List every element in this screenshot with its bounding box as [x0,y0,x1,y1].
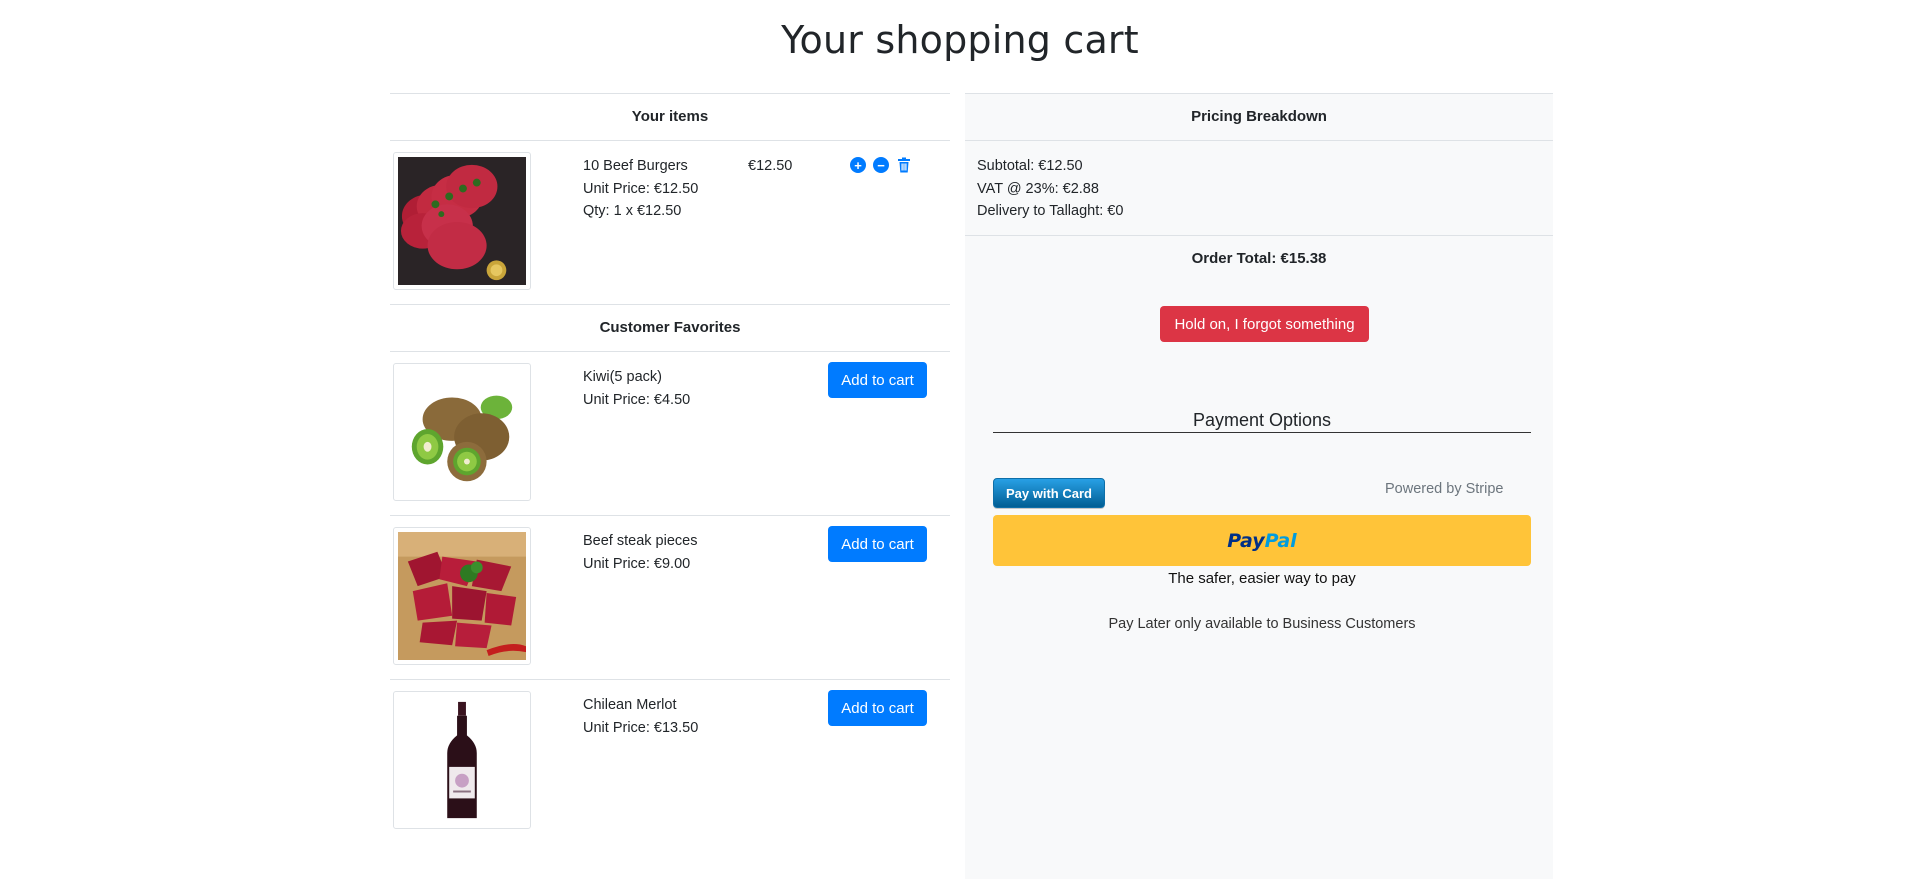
subtotal-line: Subtotal: €12.50 [977,158,1083,174]
pricing-breakdown-header: Pricing Breakdown [965,93,1553,141]
favorite-item-name: Beef steak pieces [583,533,698,549]
trash-icon[interactable] [896,157,912,173]
favorite-row: Beef steak pieces Unit Price: €9.00 Add … [390,516,950,680]
page-title: Your shopping cart [781,18,1139,62]
cart-column: Your items 10 Beef Burgers Unit Price: €… [390,93,950,843]
cart-item-name: 10 Beef Burgers [583,158,688,174]
payment-options-heading: Payment Options [993,410,1531,433]
paypal-button[interactable]: Pay Pal [993,515,1531,566]
cart-item-actions: + − [850,157,912,173]
forgot-something-button[interactable]: Hold on, I forgot something [1160,306,1369,342]
vat-line: VAT @ 23%: €2.88 [977,180,1099,197]
customer-favorites-header: Customer Favorites [390,305,950,352]
pricing-lines: Subtotal: €12.50 VAT @ 23%: €2.88 Delive… [965,141,1553,236]
favorite-item-name: Kiwi(5 pack) [583,369,662,385]
wine-bottle-image [393,691,531,829]
cart-item-row: 10 Beef Burgers Unit Price: €12.50 Qty: … [390,141,950,305]
powered-by-stripe: Powered by Stripe [1385,481,1504,497]
add-to-cart-button[interactable]: Add to cart [828,690,927,726]
favorite-row: Kiwi(5 pack) Unit Price: €4.50 Add to ca… [390,352,950,516]
pricing-panel: Pricing Breakdown Subtotal: €12.50 VAT @… [965,93,1553,879]
favorite-row: Chilean Merlot Unit Price: €13.50 Add to… [390,680,950,843]
delivery-line: Delivery to Tallaght: €0 [977,203,1124,219]
paypal-tagline: The safer, easier way to pay [1168,570,1356,587]
favorite-item-unit-price: Unit Price: €4.50 [583,391,691,408]
order-total: Order Total: €15.38 [1191,249,1327,267]
add-to-cart-button[interactable]: Add to cart [828,362,927,398]
favorite-item-unit-price: Unit Price: €9.00 [583,555,691,572]
favorite-item-name: Chilean Merlot [583,697,677,713]
add-to-cart-button[interactable]: Add to cart [828,526,927,562]
beef-steak-image [393,527,531,665]
cart-item-unit-price: Unit Price: €12.50 [583,180,699,197]
cart-item-line-total: €12.50 [748,158,793,174]
cart-item-qty: Qty: 1 x €12.50 [583,203,682,219]
favorite-item-unit-price: Unit Price: €13.50 [583,719,699,736]
plus-circle-icon[interactable]: + [850,157,866,173]
kiwi-image [393,363,531,501]
pay-later-note: Pay Later only available to Business Cus… [1108,616,1416,632]
pay-with-card-button[interactable]: Pay with Card [993,478,1105,508]
beef-burgers-image [393,152,531,290]
your-items-header: Your items [390,93,950,141]
paypal-logo-pay: Pay [1227,529,1265,552]
minus-circle-icon[interactable]: − [873,157,889,173]
paypal-logo-pal: Pal [1264,529,1297,552]
